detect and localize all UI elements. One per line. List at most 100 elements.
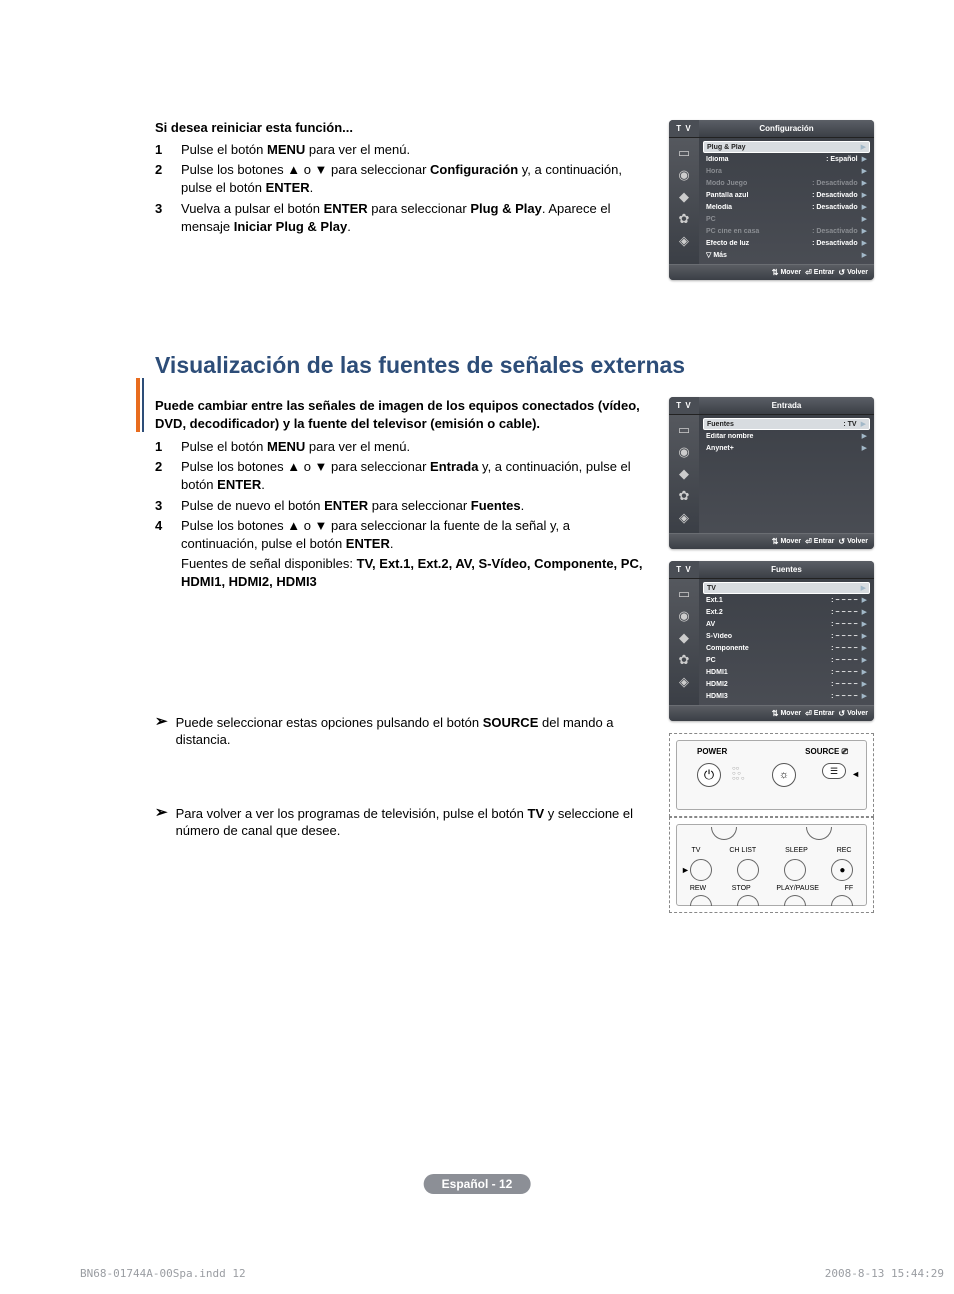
section-title: Visualización de las fuentes de señales … xyxy=(155,352,874,379)
source-button[interactable]: ☰ xyxy=(822,763,846,779)
return-icon: ↺ xyxy=(838,537,845,546)
osd-menu-item[interactable]: ▽ Más▶ xyxy=(703,249,870,261)
osd-menu-item[interactable]: HDMI3: − − − −▶ xyxy=(703,690,870,702)
submenu-arrow-icon: ▶ xyxy=(862,656,867,664)
submenu-arrow-icon: ▶ xyxy=(862,692,867,700)
rec-button[interactable]: ● xyxy=(831,859,853,881)
channel-icon: ◆ xyxy=(669,186,699,208)
osd-menu-item[interactable]: Fuentes: TV▶ xyxy=(703,418,870,430)
osd-menu-item[interactable]: PC: − − − −▶ xyxy=(703,654,870,666)
picture-icon: ▭ xyxy=(669,419,699,441)
stop-button[interactable] xyxy=(737,895,759,906)
osd-menu-item[interactable]: Componente: − − − −▶ xyxy=(703,642,870,654)
setup-icon: ✿ xyxy=(669,649,699,671)
page-number-pill: Español - 12 xyxy=(424,1174,531,1194)
return-icon: ↺ xyxy=(838,709,845,718)
enter-icon: ⏎ xyxy=(805,537,812,546)
rew-button[interactable] xyxy=(690,895,712,906)
osd-category-icons: ▭ ◉ ◆ ✿ ◈ xyxy=(669,579,699,705)
remote-sleep-label: SLEEP xyxy=(785,847,808,854)
updown-icon: ⇅ xyxy=(772,268,779,277)
remote-top-button[interactable] xyxy=(806,827,832,840)
osd-entrada-footer: ⇅Mover ⏎Entrar ↺Volver xyxy=(669,533,874,549)
section-accent-bar xyxy=(136,378,144,432)
osd-menu-item[interactable]: Efecto de luz: Desactivado▶ xyxy=(703,237,870,249)
available-sources: Fuentes de señal disponibles: TV, Ext.1,… xyxy=(181,555,645,591)
osd-menu-item[interactable]: Melodía: Desactivado▶ xyxy=(703,201,870,213)
submenu-arrow-icon: ▶ xyxy=(862,668,867,676)
osd-menu-item[interactable]: Idioma: Español▶ xyxy=(703,153,870,165)
step-3-text: Vuelva a pulsar el botón ENTER para sele… xyxy=(181,200,645,236)
submenu-arrow-icon: ▶ xyxy=(862,215,867,223)
submenu-arrow-icon: ▶ xyxy=(861,143,866,151)
osd-config-list: Plug & Play▶Idioma: Español▶Hora▶Modo Ju… xyxy=(699,138,874,264)
section-intro: Puede cambiar entre las señales de image… xyxy=(155,397,645,432)
osd-menu-item[interactable]: Ext.1: − − − −▶ xyxy=(703,594,870,606)
channel-icon: ◆ xyxy=(669,463,699,485)
osd-menu-item[interactable]: AV: − − − −▶ xyxy=(703,618,870,630)
footer-file: BN68-01744A-00Spa.indd 12 xyxy=(80,1267,246,1280)
sound-icon: ◉ xyxy=(669,441,699,463)
remote-bottom-diagram: TV CH LIST SLEEP REC ● REW STOP P xyxy=(669,817,874,913)
submenu-arrow-icon: ▶ xyxy=(861,420,866,428)
remote-chlist-label: CH LIST xyxy=(729,847,756,854)
picture-icon: ▭ xyxy=(669,583,699,605)
restart-step-list: 1Pulse el botón MENU para ver el menú. 2… xyxy=(155,141,645,236)
submenu-arrow-icon: ▶ xyxy=(862,620,867,628)
submenu-arrow-icon: ▶ xyxy=(862,632,867,640)
setup-icon: ✿ xyxy=(669,485,699,507)
remote-ff-label: FF xyxy=(845,885,854,892)
submenu-arrow-icon: ▶ xyxy=(862,444,867,452)
osd-menu-item[interactable]: PC▶ xyxy=(703,213,870,225)
playpause-button[interactable] xyxy=(784,895,806,906)
submenu-arrow-icon: ▶ xyxy=(861,584,866,592)
footer-timestamp: 2008-8-13 15:44:29 xyxy=(825,1267,944,1280)
return-icon: ↺ xyxy=(838,268,845,277)
note-source: ➢ Puede seleccionar estas opciones pulsa… xyxy=(155,714,645,749)
osd-tv-label: T V xyxy=(669,120,699,137)
section-body: Puede cambiar entre las señales de image… xyxy=(155,397,874,913)
remote-rew-label: REW xyxy=(690,885,706,892)
ff-button[interactable] xyxy=(831,895,853,906)
tv-button[interactable] xyxy=(690,859,712,881)
sleep-button[interactable] xyxy=(784,859,806,881)
osd-menu-item[interactable]: Anynet+▶ xyxy=(703,442,870,454)
osd-menu-item[interactable]: PC cine en casa: Desactivado▶ xyxy=(703,225,870,237)
osd-menu-item[interactable]: S-Vídeo: − − − −▶ xyxy=(703,630,870,642)
remote-stop-label: STOP xyxy=(732,885,751,892)
remote-light-button[interactable]: ☼ xyxy=(772,763,796,787)
osd-menu-item[interactable]: HDMI1: − − − −▶ xyxy=(703,666,870,678)
osd-entrada-list: Fuentes: TV▶Editar nombre▶Anynet+▶ xyxy=(699,415,874,533)
submenu-arrow-icon: ▶ xyxy=(862,608,867,616)
remote-top-button[interactable] xyxy=(711,827,737,840)
channel-icon: ◆ xyxy=(669,627,699,649)
restart-heading: Si desea reiniciar esta función... xyxy=(155,120,645,135)
note-tv: ➢ Para volver a ver los programas de tel… xyxy=(155,805,645,840)
osd-menu-item[interactable]: Pantalla azul: Desactivado▶ xyxy=(703,189,870,201)
enter-icon: ⏎ xyxy=(805,268,812,277)
restart-section: Si desea reiniciar esta función... 1Puls… xyxy=(155,120,874,292)
picture-icon: ▭ xyxy=(669,142,699,164)
osd-fuentes-title: Fuentes xyxy=(699,561,874,578)
note-arrow-icon: ➢ xyxy=(155,805,168,840)
input-icon: ◈ xyxy=(669,671,699,693)
remote-tv-label: TV xyxy=(691,847,700,854)
updown-icon: ⇅ xyxy=(772,537,779,546)
osd-menu-item[interactable]: Ext.2: − − − −▶ xyxy=(703,606,870,618)
osd-menu-item[interactable]: Modo Juego: Desactivado▶ xyxy=(703,177,870,189)
sec-step-1: Pulse el botón MENU para ver el menú. xyxy=(181,438,410,456)
osd-menu-item[interactable]: TV▶ xyxy=(703,582,870,594)
osd-configuracion: T V Configuración ▭ ◉ ◆ ✿ ◈ Plug & Play▶… xyxy=(669,120,874,280)
osd-menu-item[interactable]: Hora▶ xyxy=(703,165,870,177)
submenu-arrow-icon: ▶ xyxy=(862,203,867,211)
osd-menu-item[interactable]: Editar nombre▶ xyxy=(703,430,870,442)
power-button[interactable]: ⏻ xyxy=(697,763,721,787)
osd-menu-item[interactable]: HDMI2: − − − −▶ xyxy=(703,678,870,690)
osd-menu-item[interactable]: Plug & Play▶ xyxy=(703,141,870,153)
osd-tv-label: T V xyxy=(669,561,699,578)
chlist-button[interactable] xyxy=(737,859,759,881)
submenu-arrow-icon: ▶ xyxy=(862,251,867,259)
submenu-arrow-icon: ▶ xyxy=(862,167,867,175)
submenu-arrow-icon: ▶ xyxy=(862,227,867,235)
pointer-arrow: ► xyxy=(681,865,690,875)
